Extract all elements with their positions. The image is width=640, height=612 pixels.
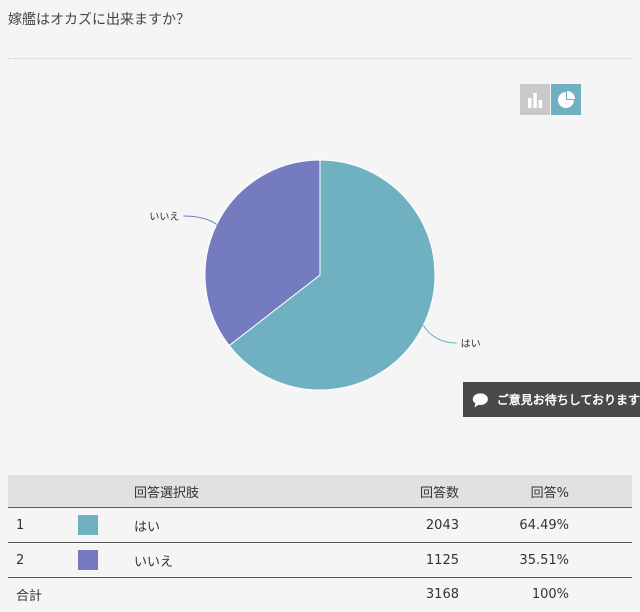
header-percent: 回答% bbox=[459, 475, 632, 508]
feedback-label: ご意見お待ちしております bbox=[496, 393, 640, 407]
pie-chart-icon bbox=[558, 90, 575, 108]
pie-leader-yes bbox=[422, 325, 457, 344]
pie-chart: はい いいえ bbox=[149, 159, 481, 391]
bar-chart-toggle[interactable] bbox=[520, 84, 550, 115]
total-label: 合計 bbox=[16, 588, 43, 604]
total-count: 3168 bbox=[425, 586, 459, 602]
header-choice: 回答選択肢 bbox=[134, 475, 369, 508]
choice-label: はい bbox=[134, 507, 369, 543]
row-number: 1 bbox=[8, 507, 78, 543]
pie-leader-no bbox=[183, 215, 218, 225]
total-percent: 100% bbox=[531, 586, 569, 602]
speech-bubble-icon bbox=[472, 392, 488, 408]
bar-chart-icon bbox=[528, 92, 543, 108]
feedback-button[interactable]: ご意見お待ちしております bbox=[463, 382, 640, 417]
divider bbox=[8, 58, 632, 59]
table-row: 2 いいえ 1125 35.51% bbox=[8, 542, 632, 578]
choice-percent: 35.51% bbox=[459, 542, 632, 578]
choice-count: 1125 bbox=[369, 542, 459, 578]
results-table: 回答選択肢 回答数 回答% 1 はい 2043 64.49% 2 いいえ 112… bbox=[8, 475, 632, 610]
choice-count: 2043 bbox=[369, 507, 459, 543]
header-count: 回答数 bbox=[369, 475, 459, 508]
total-row: 合計 3168 100% bbox=[8, 578, 632, 611]
table-header-row: 回答選択肢 回答数 回答% bbox=[8, 475, 632, 508]
pie-chart-toggle[interactable] bbox=[551, 84, 581, 115]
color-swatch-no bbox=[78, 550, 98, 570]
row-number: 2 bbox=[8, 542, 78, 578]
question-title: 嫁艦はオカズに出来ますか？ bbox=[8, 12, 190, 28]
pie-label-yes: はい bbox=[461, 338, 481, 350]
choice-label: いいえ bbox=[134, 542, 369, 578]
header-no bbox=[8, 475, 78, 508]
pie-label-no: いいえ bbox=[149, 211, 179, 223]
color-swatch-yes bbox=[78, 515, 98, 535]
header-swatch bbox=[78, 475, 134, 508]
table-row: 1 はい 2043 64.49% bbox=[8, 507, 632, 543]
choice-percent: 64.49% bbox=[459, 507, 632, 543]
